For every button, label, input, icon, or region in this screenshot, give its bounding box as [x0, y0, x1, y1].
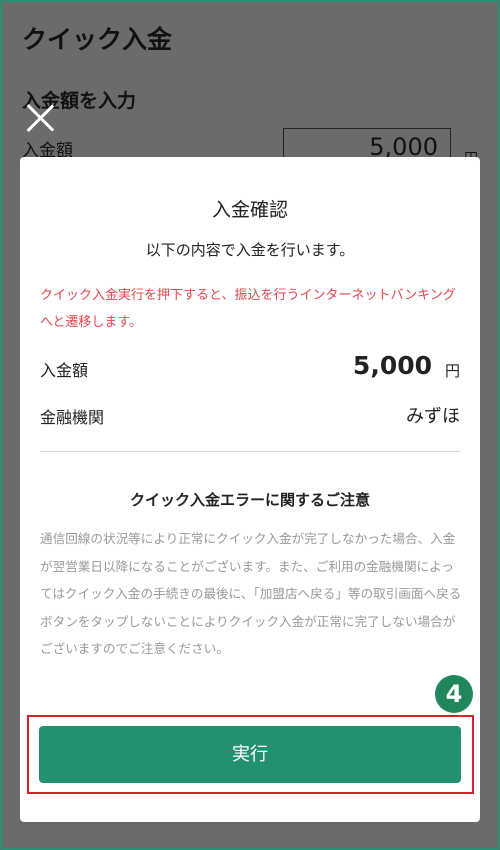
amount-row-value: 5,000	[352, 351, 432, 380]
note-title: クイック入金エラーに関するご注意	[129, 491, 370, 509]
close-icon[interactable]	[22, 100, 58, 136]
execute-button[interactable]: 実行	[39, 726, 461, 783]
note-text: 通信回線の状況等により正常にクイック入金が完了しなかった場合、入金が翌営業日以降…	[40, 531, 462, 656]
divider	[40, 451, 460, 452]
step-badge: 4	[435, 675, 473, 713]
page-title: クイック入金	[22, 25, 173, 54]
bank-row-label: 金融機関	[40, 408, 105, 427]
bank-row-value: みずほ	[406, 406, 460, 427]
amount-row-unit: 円	[444, 362, 460, 380]
amount-row-label: 入金額	[40, 361, 89, 380]
warning-text: クイック入金実行を押下すると、振込を行うインターネットバンキングへと遷移します。	[40, 288, 456, 330]
dialog-title: 入金確認	[211, 199, 288, 221]
dialog-lead-text: 以下の内容で入金を行います。	[145, 241, 355, 259]
